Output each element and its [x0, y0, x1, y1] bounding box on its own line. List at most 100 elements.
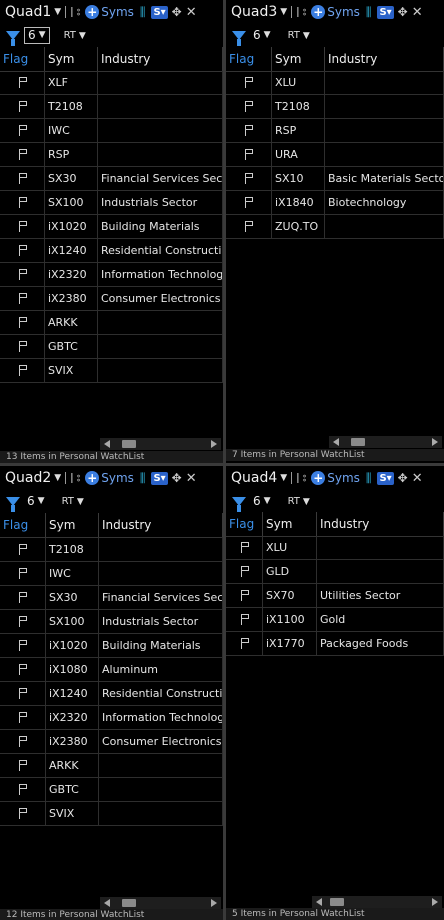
- symbol-cell[interactable]: ARKK: [46, 754, 99, 778]
- flag-icon[interactable]: [18, 197, 29, 208]
- flag-icon[interactable]: [19, 616, 29, 627]
- flag-cell[interactable]: [0, 359, 45, 383]
- flag-cell[interactable]: [226, 191, 272, 215]
- table-row[interactable]: iX2380 Consumer Electronics: [0, 287, 223, 311]
- table-row[interactable]: T2108: [0, 538, 223, 562]
- close-icon[interactable]: ✕: [186, 471, 197, 486]
- rt-select[interactable]: RT ▼: [288, 30, 310, 41]
- flag-icon[interactable]: [18, 173, 29, 184]
- symbol-cell[interactable]: SX10: [272, 167, 325, 191]
- column-header-industry[interactable]: Industry: [99, 513, 223, 537]
- scroll-right-icon[interactable]: [211, 440, 217, 448]
- table-row[interactable]: iX1840 Biotechnology: [226, 191, 444, 215]
- flag-cell[interactable]: [0, 538, 46, 562]
- table-row[interactable]: GBTC: [0, 778, 223, 802]
- add-symbol-icon[interactable]: +: [85, 471, 100, 485]
- flag-icon[interactable]: [19, 808, 29, 819]
- window-title[interactable]: Quad3: [231, 4, 277, 20]
- table-row[interactable]: iX1240 Residential Construction: [0, 239, 223, 263]
- flag-icon[interactable]: [19, 568, 29, 579]
- syms-button[interactable]: Syms: [327, 5, 360, 19]
- filter-icon[interactable]: [232, 496, 246, 512]
- flag-cell[interactable]: [226, 608, 263, 632]
- flag-cell[interactable]: [0, 730, 46, 754]
- syms-button[interactable]: Syms: [101, 471, 134, 485]
- symbol-cell[interactable]: XLU: [263, 536, 317, 560]
- stockscan-icon[interactable]: S▾: [377, 471, 394, 485]
- symbol-cell[interactable]: iX1080: [46, 658, 99, 682]
- flag-icon[interactable]: [19, 544, 29, 555]
- symbol-cell[interactable]: SX100: [45, 191, 98, 215]
- table-row[interactable]: XLU: [226, 71, 444, 95]
- symbol-cell[interactable]: iX2320: [45, 263, 98, 287]
- flag-cell[interactable]: [0, 658, 46, 682]
- flag-cell[interactable]: [0, 287, 45, 311]
- flag-icon[interactable]: [240, 566, 251, 577]
- table-row[interactable]: GBTC: [0, 335, 223, 359]
- table-row[interactable]: SVIX: [0, 802, 223, 826]
- symbol-cell[interactable]: T2108: [45, 95, 98, 119]
- symbol-cell[interactable]: GBTC: [46, 778, 99, 802]
- flag-cell[interactable]: [226, 536, 263, 560]
- stockscan-icon[interactable]: S▾: [151, 5, 168, 19]
- flag-cell[interactable]: [226, 143, 272, 167]
- flag-icon[interactable]: [19, 640, 29, 651]
- add-symbol-icon[interactable]: +: [85, 5, 100, 19]
- filter-count-select[interactable]: 6 ▼: [24, 494, 48, 509]
- symbol-cell[interactable]: SVIX: [46, 802, 99, 826]
- symbol-cell[interactable]: iX1020: [46, 634, 99, 658]
- flag-cell[interactable]: [0, 778, 46, 802]
- flag-icon[interactable]: [18, 317, 29, 328]
- table-row[interactable]: iX1020 Building Materials: [0, 215, 223, 239]
- flag-icon[interactable]: [245, 125, 255, 136]
- column-header-flag[interactable]: Flag: [0, 513, 46, 537]
- table-row[interactable]: RSP: [0, 143, 223, 167]
- symbol-cell[interactable]: SX100: [46, 610, 99, 634]
- window-title[interactable]: Quad2: [5, 470, 51, 486]
- scroll-thumb[interactable]: [122, 440, 136, 448]
- table-row[interactable]: URA: [226, 143, 444, 167]
- scroll-right-icon[interactable]: [211, 899, 217, 907]
- flag-cell[interactable]: [0, 71, 45, 95]
- table-row[interactable]: RSP: [226, 119, 444, 143]
- table-row[interactable]: XLU: [226, 536, 444, 560]
- symbol-cell[interactable]: ARKK: [45, 311, 98, 335]
- tv-icon[interactable]: ⫼: [140, 471, 146, 486]
- close-icon[interactable]: ✕: [412, 471, 423, 486]
- table-row[interactable]: SX10 Basic Materials Sector: [226, 167, 444, 191]
- table-row[interactable]: ZUQ.TO: [226, 215, 444, 239]
- scroll-left-icon[interactable]: [333, 438, 339, 446]
- window-title[interactable]: Quad4: [231, 470, 277, 486]
- column-header-sym[interactable]: Sym: [263, 512, 317, 536]
- close-icon[interactable]: ✕: [412, 5, 423, 20]
- symbol-cell[interactable]: iX1240: [45, 239, 98, 263]
- flag-cell[interactable]: [226, 215, 272, 239]
- flag-cell[interactable]: [226, 95, 272, 119]
- horizontal-scrollbar[interactable]: [100, 897, 221, 909]
- flag-icon[interactable]: [240, 542, 251, 553]
- flag-cell[interactable]: [0, 239, 45, 263]
- flag-cell[interactable]: [0, 167, 45, 191]
- table-row[interactable]: iX2380 Consumer Electronics: [0, 730, 223, 754]
- table-row[interactable]: iX1770 Packaged Foods: [226, 632, 444, 656]
- symbol-cell[interactable]: SVIX: [45, 359, 98, 383]
- link-icon[interactable]: ǀ ⦂: [70, 5, 80, 19]
- flag-icon[interactable]: [245, 173, 255, 184]
- flag-icon[interactable]: [18, 149, 29, 160]
- link-icon[interactable]: ǀ ⦂: [296, 5, 306, 19]
- flag-icon[interactable]: [19, 664, 29, 675]
- table-row[interactable]: GLD: [226, 560, 444, 584]
- stockscan-icon[interactable]: S▾: [151, 471, 168, 485]
- flag-cell[interactable]: [0, 95, 45, 119]
- column-header-flag[interactable]: Flag: [226, 47, 272, 71]
- flag-icon[interactable]: [18, 293, 29, 304]
- table-row[interactable]: SX30Financial Services Sector: [0, 586, 223, 610]
- symbol-cell[interactable]: T2108: [46, 538, 99, 562]
- horizontal-scrollbar[interactable]: [312, 896, 442, 908]
- table-row[interactable]: SVIX: [0, 359, 223, 383]
- flag-cell[interactable]: [0, 215, 45, 239]
- table-row[interactable]: ARKK: [0, 754, 223, 778]
- flag-icon[interactable]: [240, 614, 251, 625]
- table-row[interactable]: iX1100 Gold: [226, 608, 444, 632]
- title-dropdown-icon[interactable]: ▼: [54, 473, 61, 483]
